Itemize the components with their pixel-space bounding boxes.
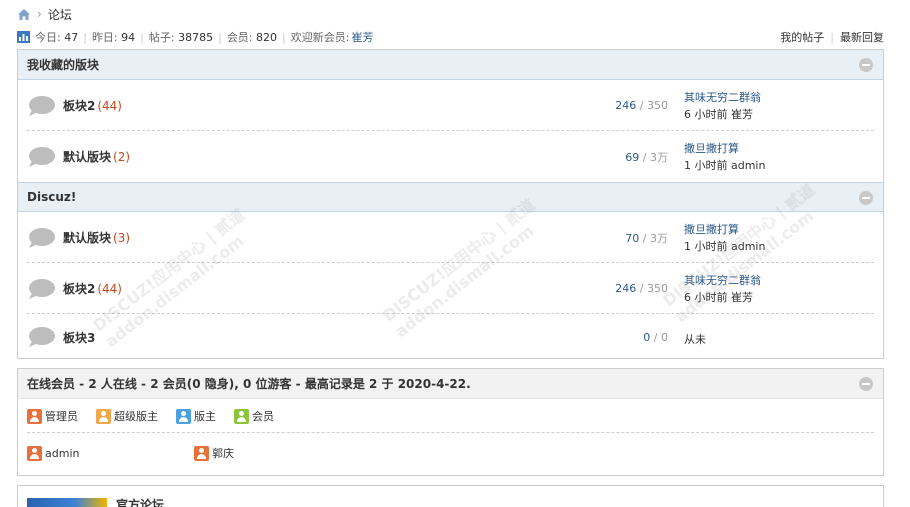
- yesterday-label: 昨日:: [91, 31, 118, 44]
- forum-row: 板块3 0 / 0 从未: [18, 314, 883, 360]
- last-post: 撒旦撒打算 1 小时前 admin: [684, 140, 765, 174]
- forum-stats: 今日: 47 | 昨日: 94 | 帖子: 38785 | 会员: 820 | …: [17, 29, 884, 45]
- forum-row: 板块2 (44) 246 / 350 其味无穷二群翁 6 小时前 崔芳: [18, 263, 883, 314]
- last-post-never: 从未: [684, 333, 706, 346]
- last-post: 其味无穷二群翁 6 小时前 崔芳: [684, 272, 761, 306]
- forum-bubble-icon: [29, 327, 55, 347]
- breadcrumb-current[interactable]: 论坛: [48, 6, 72, 23]
- chart-icon: [17, 31, 30, 43]
- admin-user-icon: [27, 445, 42, 461]
- moderator-user-icon: [176, 408, 191, 424]
- breadcrumb: › 论坛: [17, 5, 72, 23]
- last-post-title[interactable]: 其味无穷二群翁: [684, 89, 761, 106]
- forum-stats-value: 0 / 0: [643, 330, 668, 344]
- legend-label: 会员: [252, 410, 274, 423]
- online-user-link[interactable]: 郭庆: [212, 445, 234, 461]
- last-post-title[interactable]: 撒旦撒打算: [684, 140, 765, 157]
- collapse-icon[interactable]: [859, 58, 873, 72]
- last-post-title[interactable]: 撒旦撒打算: [684, 221, 765, 238]
- forum-stats-value: 246 / 350: [615, 99, 668, 112]
- admin-user-icon: [27, 408, 42, 424]
- today-label: 今日:: [35, 31, 61, 44]
- welcome-label: 欢迎新会员:: [290, 31, 350, 44]
- forum-today-count: (2): [113, 150, 131, 164]
- forum-name[interactable]: 默认版块: [63, 150, 111, 164]
- yesterday-count: 94: [121, 30, 136, 44]
- forum-list: 我收藏的版块 板块2 (44) 246 / 350 其味无穷二群翁 6 小时前 崔…: [17, 49, 884, 359]
- online-title: 在线会员 - 2 人在线 - 2 会员(0 隐身), 0 位游客 - 最高记录是…: [27, 377, 471, 391]
- online-user-list: admin 郭庆: [18, 433, 883, 473]
- last-post-meta: 1 小时前 admin: [684, 159, 766, 172]
- friend-links: 官方论坛: [17, 485, 884, 507]
- forum-bubble-icon: [29, 146, 55, 167]
- forum-today-count: (44): [97, 282, 122, 296]
- legend-label: 管理员: [45, 410, 78, 423]
- forum-bubble-icon: [29, 278, 55, 299]
- legend-label: 版主: [194, 410, 216, 423]
- last-post-meta: 1 小时前 admin: [684, 240, 766, 253]
- category-title[interactable]: 我收藏的版块: [27, 56, 99, 73]
- forum-stats-value: 70 / 3万: [625, 231, 668, 245]
- last-post-meta: 6 小时前 崔芳: [684, 108, 753, 121]
- admin-user-icon: [194, 445, 209, 461]
- forum-today-count: (44): [97, 99, 122, 113]
- forum-stats-value: 69 / 3万: [625, 150, 668, 164]
- collapse-icon[interactable]: [859, 191, 873, 205]
- forum-today-count: (3): [113, 231, 131, 245]
- today-count: 47: [64, 30, 79, 44]
- home-icon[interactable]: [17, 8, 31, 21]
- official-forum-link[interactable]: 官方论坛: [116, 496, 164, 507]
- last-post-title[interactable]: 其味无穷二群翁: [684, 272, 761, 289]
- forum-name[interactable]: 默认版块: [63, 231, 111, 245]
- forum-row: 默认版块 (2) 69 / 3万 撒旦撒打算 1 小时前 admin: [18, 131, 883, 182]
- forum-row: 默认版块 (3) 70 / 3万 撒旦撒打算 1 小时前 admin: [18, 212, 883, 263]
- forum-name[interactable]: 板块2: [63, 99, 95, 113]
- member-legend: 管理员 超级版主 版主 会员: [18, 399, 883, 433]
- category-header: Discuz!: [18, 182, 883, 212]
- category-header: 我收藏的版块: [18, 50, 883, 80]
- forum-bubble-icon: [29, 95, 55, 116]
- forum-stats-value: 246 / 350: [615, 282, 668, 295]
- online-header: 在线会员 - 2 人在线 - 2 会员(0 隐身), 0 位游客 - 最高记录是…: [18, 369, 883, 399]
- forum-row: 板块2 (44) 246 / 350 其味无穷二群翁 6 小时前 崔芳: [18, 80, 883, 131]
- last-post: 其味无穷二群翁 6 小时前 崔芳: [684, 89, 761, 123]
- last-post: 撒旦撒打算 1 小时前 admin: [684, 221, 765, 255]
- online-members: 在线会员 - 2 人在线 - 2 会员(0 隐身), 0 位游客 - 最高记录是…: [17, 368, 884, 476]
- newest-member-link[interactable]: 崔芳: [351, 29, 373, 45]
- members-count: 820: [256, 30, 278, 44]
- latest-replies-link[interactable]: 最新回复: [840, 29, 884, 45]
- my-posts-link[interactable]: 我的帖子: [780, 29, 824, 45]
- posts-label: 帖子:: [148, 31, 175, 44]
- forum-name[interactable]: 板块3: [63, 331, 95, 345]
- super-moderator-user-icon: [96, 408, 111, 424]
- collapse-icon[interactable]: [859, 377, 873, 391]
- official-forum-logo[interactable]: [27, 498, 107, 507]
- forum-name[interactable]: 板块2: [63, 282, 95, 296]
- category-title[interactable]: Discuz!: [27, 190, 76, 204]
- legend-label: 超级版主: [114, 410, 158, 423]
- forum-bubble-icon: [29, 227, 55, 248]
- last-post-meta: 6 小时前 崔芳: [684, 291, 753, 304]
- online-user-link[interactable]: admin: [45, 447, 79, 460]
- member-user-icon: [234, 408, 249, 424]
- chevron-right-icon: ›: [37, 7, 42, 21]
- members-label: 会员:: [226, 31, 253, 44]
- posts-count: 38785: [178, 30, 214, 44]
